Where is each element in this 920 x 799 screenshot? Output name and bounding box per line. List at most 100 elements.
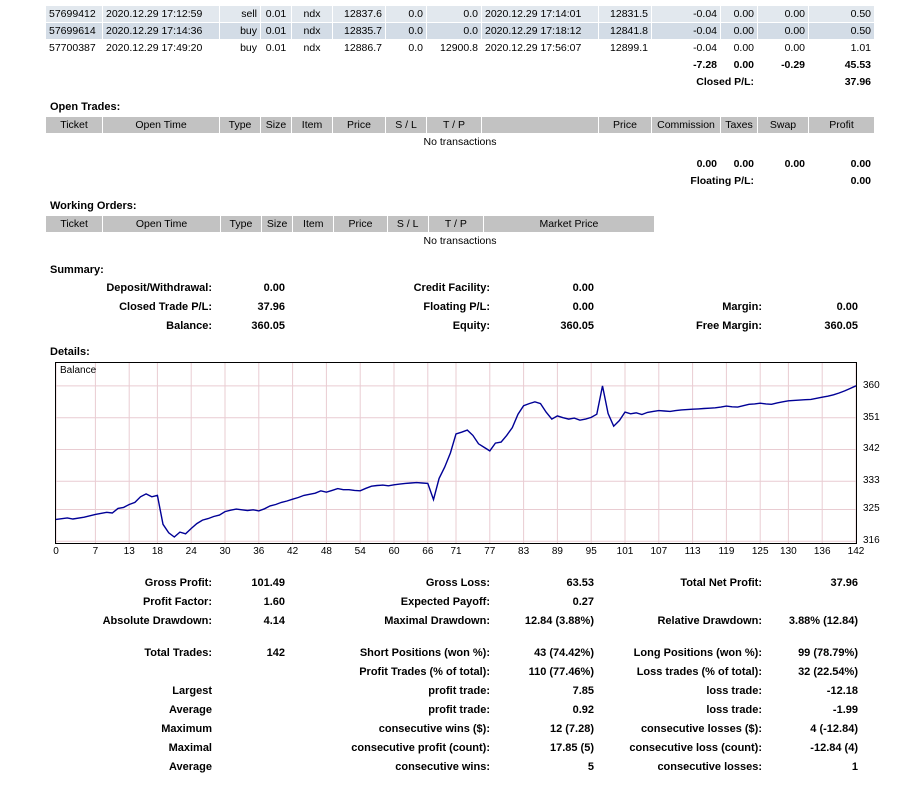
cell-ticket: 57699614 [46,23,102,39]
closed-pl-row: Closed P/L: 37.96 [46,74,874,90]
stat-value [762,593,858,612]
report-content: 57699412 2020.12.29 17:12:59 sell 0.01 n… [0,0,905,777]
stat-row: Profit Factor: 1.60 Expected Payoff: 0.2… [45,593,905,612]
working-orders-table: Ticket Open Time Type Size Item Price S … [45,215,875,250]
stat-label: Gross Profit: [45,574,212,593]
balance-chart-svg [56,363,856,543]
summary-value: 0.00 [762,298,858,317]
summary-label: Credit Facility: [285,279,490,298]
stat-label: consecutive loss (count): [594,739,762,758]
header-ticket: Ticket [46,216,102,232]
cell-size: 0.01 [261,40,291,56]
cell-sl: 0.0 [386,23,426,39]
open-trades-header: Ticket Open Time Type Size Item Price S … [46,117,874,133]
cell-swap: 0.00 [758,23,808,39]
stat-label [594,593,762,612]
stat-value: 43 (74.42%) [490,644,594,663]
cell-open-price: 12835.7 [333,23,385,39]
no-transactions-text: No transactions [46,233,874,249]
stat-value: 1 [762,758,858,777]
summary-row: Balance: 360.05 Equity: 360.05 Free Marg… [45,317,905,336]
total-commission: -7.28 [652,57,720,73]
header-size: Size [262,216,292,232]
stat-value: 101.49 [212,574,285,593]
stat-label: consecutive losses: [594,758,762,777]
summary-label: Free Margin: [594,317,762,336]
summary-title: Summary: [50,264,905,276]
stat-label: consecutive profit (count): [285,739,490,758]
cell-commission: -0.04 [652,6,720,22]
stat-row: Profit Trades (% of total): 110 (77.46%)… [45,663,905,682]
stat-value: -12.18 [762,682,858,701]
cell-close-time: 2020.12.29 17:14:01 [482,6,598,22]
cell-size: 0.01 [261,23,291,39]
summary-label: Margin: [594,298,762,317]
summary-label: Balance: [45,317,212,336]
cell-type: sell [220,6,260,22]
closed-totals-row: -7.28 0.00 -0.29 45.53 [46,57,874,73]
stat-value: 4 (-12.84) [762,720,858,739]
cell-taxes: 0.00 [721,23,757,39]
spacer-row [46,151,874,155]
working-orders-header: Ticket Open Time Type Size Item Price S … [46,216,874,232]
chart-x-axis: 0713182430364248546066717783899510110711… [56,546,866,560]
details-title: Details: [50,346,905,358]
cell-tp: 12900.8 [427,40,481,56]
open-trades-table: Ticket Open Time Type Size Item Price S … [45,116,875,190]
statement-report: 57699412 2020.12.29 17:12:59 sell 0.01 n… [0,0,920,799]
stat-label: loss trade: [594,701,762,720]
cell-swap: 0.00 [758,6,808,22]
total-commission: 0.00 [652,156,720,172]
stat-label: Profit Factor: [45,593,212,612]
cell-profit: 0.50 [809,23,874,39]
stat-label: profit trade: [285,682,490,701]
cell-tp: 0.0 [427,6,481,22]
open-totals-row: 0.00 0.00 0.00 0.00 [46,156,874,172]
cell-open-time: 2020.12.29 17:49:20 [103,40,219,56]
cell-taxes: 0.00 [721,40,757,56]
stat-label: Average [45,758,212,777]
no-transactions-row: No transactions [46,233,874,249]
total-taxes: 0.00 [721,57,757,73]
stat-label: Long Positions (won %): [594,644,762,663]
cell-open-price: 12837.6 [333,6,385,22]
stat-label: Relative Drawdown: [594,612,762,631]
stat-label: profit trade: [285,701,490,720]
stat-value: 0.92 [490,701,594,720]
stat-label: consecutive wins: [285,758,490,777]
stat-value: 1.60 [212,593,285,612]
summary-label: Floating P/L: [285,298,490,317]
statistics-section: Gross Profit: 101.49 Gross Loss: 63.53 T… [45,574,905,777]
stat-row: Largest profit trade: 7.85 loss trade: -… [45,682,905,701]
cell-ticket: 57699412 [46,6,102,22]
header-size: Size [261,117,291,133]
header-filler [655,216,874,232]
cell-item: ndx [292,23,332,39]
closed-pl-value: 37.96 [809,74,874,90]
trade-row[interactable]: 57699412 2020.12.29 17:12:59 sell 0.01 n… [46,6,874,22]
summary-value: 0.00 [490,279,594,298]
balance-chart: Balance 316325333342351360 0713182430364… [55,362,903,562]
cell-item: ndx [292,40,332,56]
cell-open-price: 12886.7 [333,40,385,56]
stat-value: -1.99 [762,701,858,720]
header-swap: Swap [758,117,808,133]
cell-close-time: 2020.12.29 17:56:07 [482,40,598,56]
header-commission: Commission [652,117,720,133]
trade-row[interactable]: 57699614 2020.12.29 17:14:36 buy 0.01 nd… [46,23,874,39]
header-price: Price [333,117,385,133]
cell-taxes: 0.00 [721,6,757,22]
summary-row: Closed Trade P/L: 37.96 Floating P/L: 0.… [45,298,905,317]
trade-row[interactable]: 57700387 2020.12.29 17:49:20 buy 0.01 nd… [46,40,874,56]
stat-label: Absolute Drawdown: [45,612,212,631]
spacer-cell [758,74,808,90]
cell-commission: -0.04 [652,40,720,56]
stat-value: 0.27 [490,593,594,612]
stat-row: Maximal consecutive profit (count): 17.8… [45,739,905,758]
stat-row: Average profit trade: 0.92 loss trade: -… [45,701,905,720]
balance-chart-plot: Balance [55,362,857,544]
summary-value [762,279,858,298]
summary-label [594,279,762,298]
stat-label: Average [45,701,212,720]
cell-swap: 0.00 [758,40,808,56]
